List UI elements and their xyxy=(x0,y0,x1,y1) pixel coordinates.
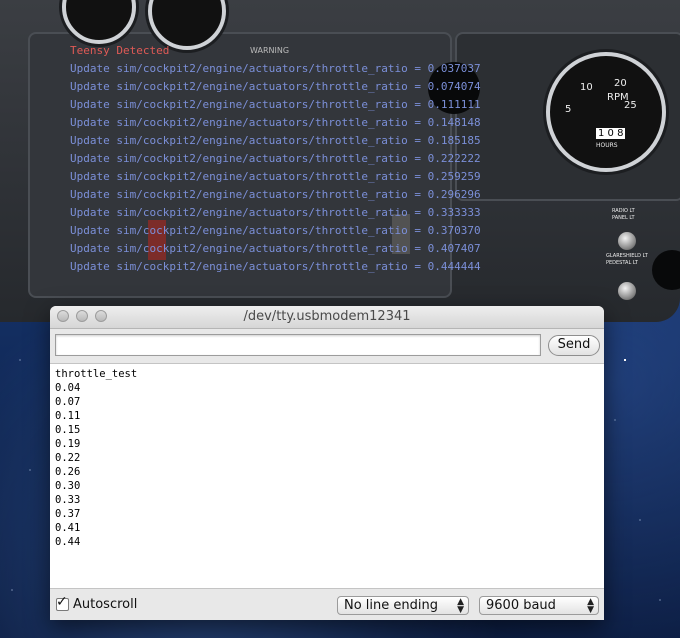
radio-lt-label: RADIO LT xyxy=(612,208,635,214)
monitor-statusbar: ✓ Autoscroll No line ending ▲ ▼ 9600 baud… xyxy=(50,589,604,620)
console-log: Teensy Detected Update sim/cockpit2/engi… xyxy=(70,42,481,276)
output-line: 0.37 xyxy=(55,508,81,520)
output-line: 0.26 xyxy=(55,466,81,478)
updown-arrows-icon: ▲ ▼ xyxy=(587,597,594,615)
output-line: 0.30 xyxy=(55,480,81,492)
rpm-tick-5: 5 xyxy=(565,104,572,115)
console-status: Teensy Detected xyxy=(70,44,170,57)
pedestal-lt-label: PEDESTAL LT xyxy=(606,260,638,266)
serial-output[interactable]: throttle_test 0.04 0.07 0.11 0.15 0.19 0… xyxy=(50,363,604,589)
output-line: throttle_test xyxy=(55,368,138,380)
console-line: Update sim/cockpit2/engine/actuators/thr… xyxy=(70,80,481,93)
window-titlebar[interactable]: /dev/tty.usbmodem12341 xyxy=(50,306,604,329)
close-button[interactable] xyxy=(57,310,69,322)
console-line: Update sim/cockpit2/engine/actuators/thr… xyxy=(70,116,481,129)
updown-arrows-icon: ▲ ▼ xyxy=(457,597,464,615)
output-line: 0.11 xyxy=(55,410,81,422)
serial-input[interactable] xyxy=(55,334,541,356)
console-line: Update sim/cockpit2/engine/actuators/thr… xyxy=(70,152,481,165)
output-line: 0.04 xyxy=(55,382,81,394)
console-line: Update sim/cockpit2/engine/actuators/thr… xyxy=(70,260,481,273)
send-toolbar: Send xyxy=(50,329,604,363)
line-ending-select[interactable]: No line ending ▲ ▼ xyxy=(337,596,469,615)
console-line: Update sim/cockpit2/engine/actuators/thr… xyxy=(70,62,481,75)
panel-lt-label: PANEL LT xyxy=(612,215,635,221)
zoom-button[interactable] xyxy=(95,310,107,322)
console-line: Update sim/cockpit2/engine/actuators/thr… xyxy=(70,134,481,147)
hour-counter: 1 0 8 xyxy=(596,128,626,139)
console-line: Update sim/cockpit2/engine/actuators/thr… xyxy=(70,98,481,111)
autoscroll-label: Autoscroll xyxy=(73,597,138,612)
autoscroll-checkbox[interactable]: ✓ xyxy=(56,594,69,611)
window-title: /dev/tty.usbmodem12341 xyxy=(243,309,411,324)
output-line: 0.22 xyxy=(55,452,81,464)
serial-monitor-window: /dev/tty.usbmodem12341 Send throttle_tes… xyxy=(50,306,604,620)
console-line: Update sim/cockpit2/engine/actuators/thr… xyxy=(70,188,481,201)
baud-rate-value: 9600 baud xyxy=(486,598,556,613)
output-line: 0.07 xyxy=(55,396,81,408)
rpm-tick-25: 25 xyxy=(624,100,637,111)
console-line: Update sim/cockpit2/engine/actuators/thr… xyxy=(70,224,481,237)
panel-hole-right xyxy=(652,250,680,290)
baud-rate-select[interactable]: 9600 baud ▲ ▼ xyxy=(479,596,599,615)
console-line: Update sim/cockpit2/engine/actuators/thr… xyxy=(70,170,481,183)
output-line: 0.19 xyxy=(55,438,81,450)
console-line: Update sim/cockpit2/engine/actuators/thr… xyxy=(70,206,481,219)
output-line: 0.15 xyxy=(55,424,81,436)
send-button[interactable]: Send xyxy=(548,335,600,356)
glareshield-lt-label: GLARESHIELD LT xyxy=(606,253,648,259)
rpm-tick-20: 20 xyxy=(614,78,627,89)
output-line: 0.41 xyxy=(55,522,81,534)
hours-label: HOURS xyxy=(596,142,618,149)
output-line: 0.33 xyxy=(55,494,81,506)
console-line: Update sim/cockpit2/engine/actuators/thr… xyxy=(70,242,481,255)
autoscroll-toggle[interactable]: ✓ Autoscroll xyxy=(56,594,138,612)
minimize-button[interactable] xyxy=(76,310,88,322)
checkmark-icon: ✓ xyxy=(56,594,68,610)
switch-knob xyxy=(618,232,636,250)
rpm-tick-10: 10 xyxy=(580,82,593,93)
output-line: 0.44 xyxy=(55,536,81,548)
rpm-gauge xyxy=(546,52,666,172)
switch-knob xyxy=(618,282,636,300)
window-controls xyxy=(57,310,107,322)
line-ending-value: No line ending xyxy=(344,598,438,613)
